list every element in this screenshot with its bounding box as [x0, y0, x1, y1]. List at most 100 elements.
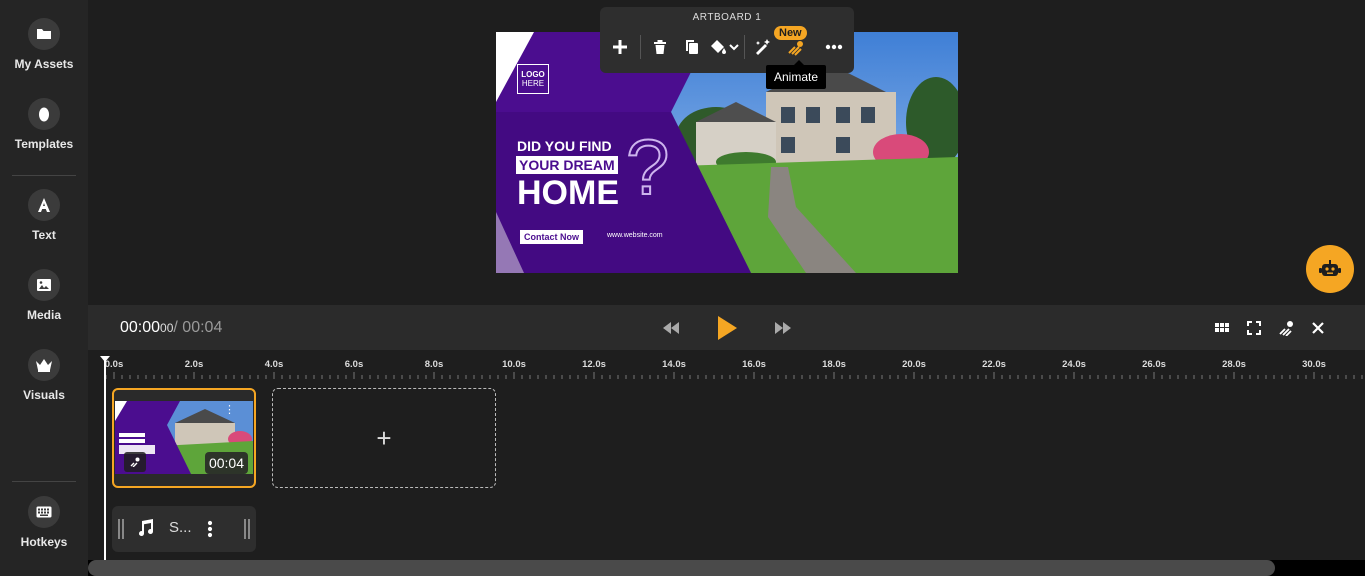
duplicate-button[interactable] [678, 33, 706, 61]
sidebar-item-label: Templates [14, 137, 74, 151]
fullscreen-icon [1247, 321, 1261, 335]
current-time: 00:00 [120, 319, 161, 336]
fullscreen-button[interactable] [1241, 315, 1267, 341]
plus-icon [613, 40, 627, 54]
grid-icon [1215, 323, 1229, 332]
timeline-scrollbar-thumb[interactable] [88, 560, 1275, 576]
toolbar-title: ARTBOARD 1 [692, 12, 762, 23]
animate-tooltip: Animate [766, 60, 827, 89]
close-timeline-button[interactable] [1305, 315, 1331, 341]
more-vertical-icon[interactable] [207, 520, 213, 538]
ruler-tick-label: 16.0s [742, 359, 766, 370]
clip-menu-icon[interactable]: ⋮ [224, 403, 235, 416]
video-clip[interactable]: ⋮ 00:04 [112, 388, 256, 488]
ruler-tick-label: 26.0s [1142, 359, 1166, 370]
sidebar-item-text[interactable]: Text [0, 189, 88, 242]
ruler-tick-label: 2.0s [184, 359, 204, 370]
ruler-tick-label: 28.0s [1222, 359, 1246, 370]
animation-settings-button[interactable] [1273, 315, 1299, 341]
app-root: My Assets Templates Text Media Visuals H… [0, 0, 1365, 576]
artboard-toolbar: ARTBOARD 1 New [600, 7, 854, 73]
audio-track-right-handle[interactable] [244, 519, 250, 539]
toolbar-separator [744, 35, 745, 59]
crown-icon [28, 349, 60, 381]
delete-button[interactable] [646, 33, 674, 61]
sidebar-item-label: My Assets [14, 57, 74, 71]
keyboard-icon [28, 496, 60, 528]
ruler-tick-label: 20.0s [902, 359, 926, 370]
animate-icon [1279, 321, 1293, 336]
magic-button[interactable] [749, 33, 777, 61]
sidebar-item-media[interactable]: Media [0, 269, 88, 322]
animate-icon [788, 41, 803, 56]
current-frames: 00 [160, 321, 174, 335]
image-icon [28, 269, 60, 301]
ruler-tick-label: 8.0s [424, 359, 444, 370]
timeline-scrollbar[interactable] [88, 560, 1365, 576]
ruler-tick-label: 30.0s [1302, 359, 1326, 370]
fast-forward-icon [775, 322, 791, 334]
audio-track-label: S... [169, 519, 192, 536]
playback-bar: 00:0000/ 00:04 [88, 305, 1365, 350]
clip-animation-badge[interactable] [124, 452, 146, 472]
fast-forward-button[interactable] [770, 315, 796, 341]
add-clip-button[interactable]: + [272, 388, 496, 488]
sidebar-item-label: Hotkeys [20, 535, 68, 549]
play-icon [718, 316, 737, 340]
sidebar-divider [12, 481, 76, 482]
website-text: www.website.com [607, 232, 663, 239]
more-horizontal-icon [825, 44, 843, 50]
sidebar-item-label: Text [32, 228, 56, 242]
total-time: / 00:04 [173, 319, 223, 336]
clip-duration: 00:04 [204, 452, 248, 474]
playhead[interactable] [100, 356, 110, 560]
toolbar-separator [640, 35, 641, 59]
ruler-tick-label: 12.0s [582, 359, 606, 370]
logo-line1: LOGO [521, 70, 545, 79]
text-icon [28, 189, 60, 221]
headline-1: DID YOU FIND [517, 138, 612, 154]
folder-icon [28, 18, 60, 50]
rewind-button[interactable] [658, 315, 684, 341]
music-note-icon [139, 519, 154, 537]
time-display: 00:0000/ 00:04 [120, 319, 222, 337]
trash-icon [654, 40, 666, 54]
headline-3: HOME [517, 174, 619, 212]
ruler-tick-label: 24.0s [1062, 359, 1086, 370]
copy-icon [686, 40, 698, 54]
ruler-tick-label: 18.0s [822, 359, 846, 370]
more-options-button[interactable] [820, 33, 848, 61]
sidebar-divider [12, 175, 76, 176]
paint-bucket-icon [711, 40, 739, 54]
animate-icon [130, 457, 140, 467]
sidebar-item-visuals[interactable]: Visuals [0, 349, 88, 402]
question-mark: ? [625, 122, 670, 212]
grid-view-button[interactable] [1209, 315, 1235, 341]
ruler-tick-label: 22.0s [982, 359, 1006, 370]
fill-color-button[interactable] [706, 33, 742, 61]
new-badge: New [774, 26, 807, 40]
magic-wand-icon [756, 39, 770, 55]
play-button[interactable] [712, 315, 742, 341]
ruler-tick-label: 6.0s [344, 359, 364, 370]
robot-icon [1319, 260, 1341, 276]
ruler-tick-label: 14.0s [662, 359, 686, 370]
timeline[interactable]: 0.0s 2.0s 4.0s 6.0s 8.0s 10.0s 12.0s 14.0s 16.0s… [88, 350, 1365, 576]
sidebar-item-label: Visuals [23, 388, 65, 402]
logo-placeholder: LOGO HERE [517, 64, 549, 94]
close-icon [1312, 322, 1324, 334]
audio-track-left-handle[interactable] [118, 519, 124, 539]
plus-icon: + [376, 422, 392, 453]
sidebar-item-my-assets[interactable]: My Assets [0, 18, 88, 71]
templates-icon [28, 98, 60, 130]
logo-line2: HERE [521, 79, 545, 88]
sidebar-item-hotkeys[interactable]: Hotkeys [0, 496, 88, 549]
rewind-icon [663, 322, 679, 334]
ruler-tick-label: 10.0s [502, 359, 526, 370]
assistant-button[interactable] [1306, 245, 1354, 293]
headline-2: YOUR DREAM [516, 156, 618, 174]
ruler-tick-label: 4.0s [264, 359, 284, 370]
sidebar-item-templates[interactable]: Templates [0, 98, 88, 151]
add-button[interactable] [606, 33, 634, 61]
audio-track[interactable]: S... [112, 506, 256, 552]
